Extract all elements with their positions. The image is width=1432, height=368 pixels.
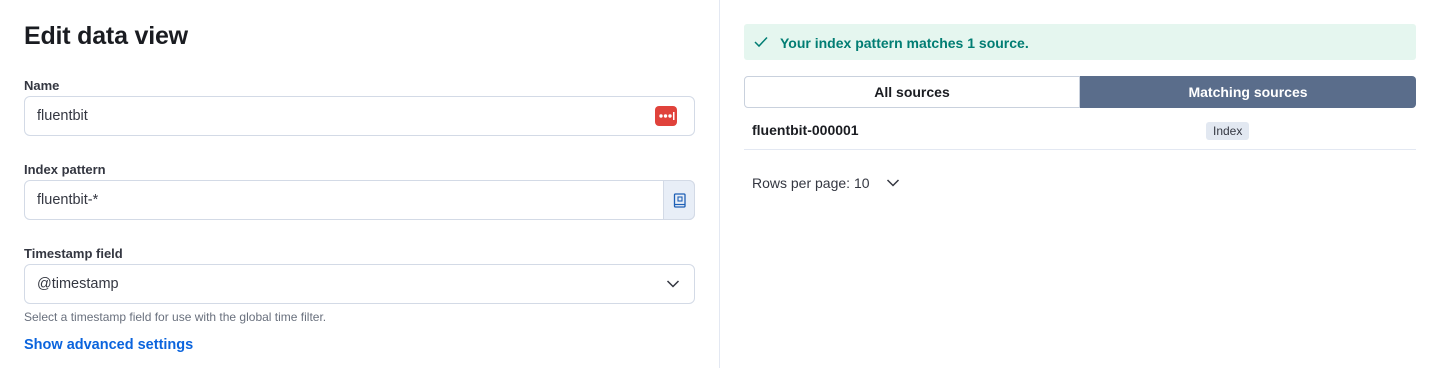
- timestamp-select[interactable]: @timestamp: [24, 264, 695, 304]
- index-pattern-field[interactable]: fluentbit-*: [24, 180, 695, 220]
- success-callout: Your index pattern matches 1 source.: [744, 24, 1416, 60]
- table-row: fluentbit-000001 Index: [744, 112, 1416, 150]
- rows-per-page-label: Rows per page: 10: [752, 175, 870, 191]
- index-pattern-label: Index pattern: [24, 162, 106, 177]
- index-book-icon: [673, 193, 686, 208]
- source-type-badge: Index: [1206, 122, 1250, 140]
- timestamp-help-text: Select a timestamp field for use with th…: [24, 310, 327, 324]
- tab-all-sources[interactable]: All sources: [744, 76, 1080, 108]
- chevron-down-icon: [886, 179, 900, 187]
- source-name: fluentbit-000001: [752, 122, 859, 138]
- callout-text: Your index pattern matches 1 source.: [780, 35, 1029, 51]
- rows-per-page-button[interactable]: Rows per page: 10: [752, 175, 900, 191]
- sources-table: fluentbit-000001 Index: [744, 112, 1416, 150]
- tab-matching-sources[interactable]: Matching sources: [1080, 76, 1416, 108]
- name-value: fluentbit: [37, 108, 88, 124]
- show-advanced-settings-link[interactable]: Show advanced settings: [24, 337, 193, 353]
- index-pattern-value: fluentbit-*: [37, 192, 99, 208]
- matching-sources-panel: Your index pattern matches 1 source. All…: [720, 0, 1432, 368]
- name-field[interactable]: fluentbit: [24, 96, 695, 136]
- check-icon: [754, 36, 768, 48]
- name-label: Name: [24, 78, 60, 93]
- timestamp-label: Timestamp field: [24, 246, 123, 261]
- chevron-down-icon: [666, 280, 680, 288]
- password-manager-dots-icon[interactable]: [655, 106, 677, 126]
- sources-tab-group: All sources Matching sources: [744, 76, 1416, 108]
- timestamp-value: @timestamp: [37, 276, 119, 292]
- page-title: Edit data view: [24, 22, 188, 50]
- index-pattern-help-button[interactable]: [663, 180, 695, 220]
- edit-data-view-form: Edit data view Name fluentbit Index patt…: [0, 0, 719, 368]
